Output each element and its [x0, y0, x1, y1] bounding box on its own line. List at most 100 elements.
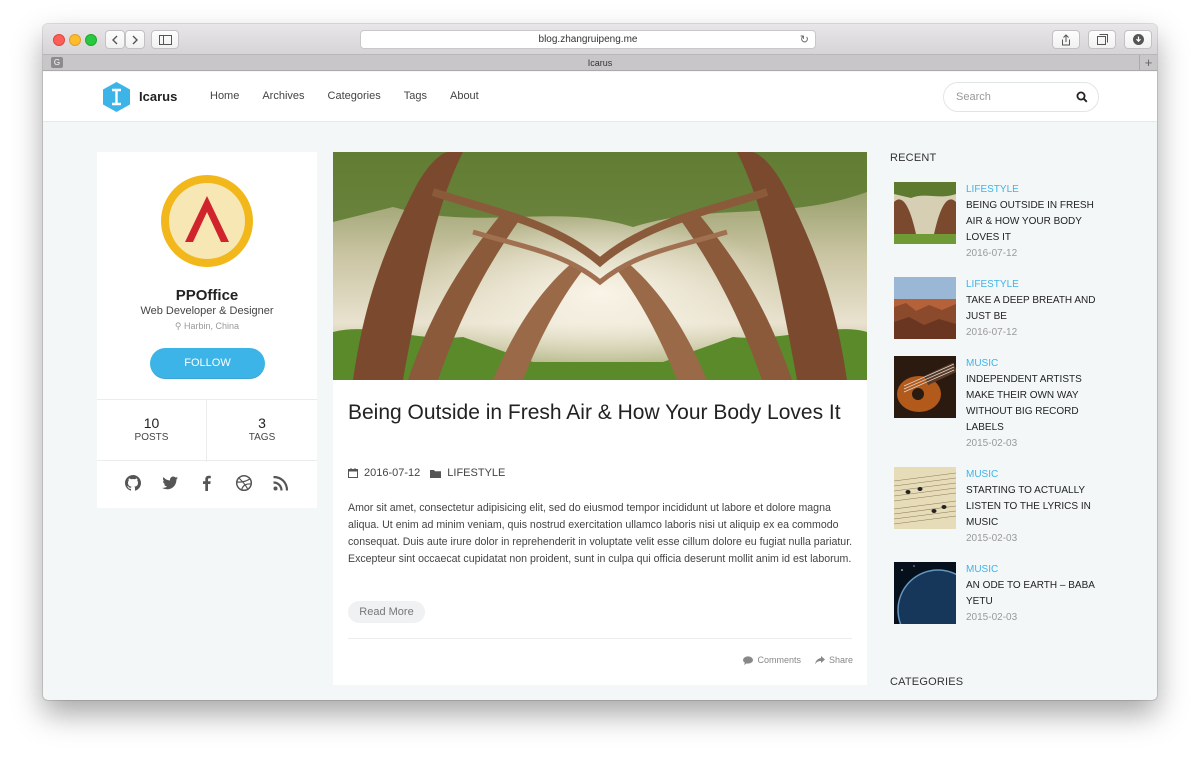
article-card: Being Outside in Fresh Air & How Your Bo… [333, 152, 867, 685]
github-icon[interactable] [124, 474, 142, 492]
tags-stat[interactable]: 3 TAGS [207, 400, 317, 462]
article-actions: Comments Share [743, 655, 853, 665]
posts-count: 10 [143, 415, 160, 431]
recent-title[interactable]: STARTING TO ACTUALLY LISTEN TO THE LYRIC… [966, 483, 1096, 531]
main-nav: Home Archives Categories Tags About [210, 90, 479, 102]
comments-label: Comments [757, 655, 801, 665]
forward-button[interactable] [125, 30, 145, 49]
recent-title[interactable]: BEING OUTSIDE IN FRESH AIR & HOW YOUR BO… [966, 198, 1096, 246]
map-marker-icon: ⚲ [174, 321, 182, 331]
new-tab-button[interactable]: + [1139, 55, 1157, 71]
recent-thumbnail[interactable] [894, 182, 956, 244]
browser-window: blog.zhangruipeng.me ↻ G Icarus + Icarus… [43, 24, 1157, 700]
social-links [97, 474, 317, 492]
nav-about[interactable]: About [450, 90, 479, 102]
profile-role: Web Developer & Designer [140, 305, 274, 317]
recent-category[interactable]: MUSIC [966, 562, 1096, 578]
recent-heading: RECENT [890, 152, 937, 164]
profile-stats: 10 POSTS 3 TAGS [97, 399, 317, 462]
nav-home[interactable]: Home [210, 90, 239, 102]
search-input[interactable]: Search [943, 82, 1099, 112]
recent-date: 2015-02-03 [966, 612, 1018, 623]
rss-icon[interactable] [272, 474, 290, 492]
posts-stat[interactable]: 10 POSTS [97, 400, 207, 462]
share-label: Share [828, 655, 853, 665]
download-icon [1132, 34, 1144, 45]
tab-favicon: G [51, 57, 63, 68]
recent-title[interactable]: INDEPENDENT ARTISTS MAKE THEIR OWN WAY W… [966, 372, 1096, 436]
address-bar[interactable]: blog.zhangruipeng.me ↻ [360, 30, 816, 49]
categories-heading: CATEGORIES [890, 676, 964, 688]
article-date[interactable]: 2016-07-12 [364, 467, 420, 479]
recent-date: 2015-02-03 [966, 438, 1018, 449]
comment-icon [743, 655, 754, 665]
minimize-window-button[interactable] [69, 34, 81, 46]
recent-category[interactable]: LIFESTYLE [966, 277, 1096, 293]
tags-count: 3 [258, 415, 266, 431]
recent-post-text: MUSIC INDEPENDENT ARTISTS MAKE THEIR OWN… [966, 356, 1096, 452]
share-icon [1062, 33, 1070, 45]
folder-icon [430, 469, 442, 478]
tags-label: TAGS [248, 432, 276, 443]
search-placeholder: Search [956, 91, 991, 103]
posts-label: POSTS [134, 432, 169, 443]
profile-name: PPOffice [175, 287, 239, 304]
logo-icon[interactable] [103, 82, 130, 112]
recent-thumbnail[interactable] [894, 277, 956, 339]
share-button[interactable] [1052, 30, 1080, 49]
recent-category[interactable]: MUSIC [966, 467, 1096, 483]
recent-post-text: MUSIC STARTING TO ACTUALLY LISTEN TO THE… [966, 467, 1096, 547]
browser-toolbar: blog.zhangruipeng.me ↻ [43, 24, 1157, 55]
sidebar-icon [158, 34, 172, 45]
chevron-right-icon [132, 35, 138, 44]
recent-thumbnail[interactable] [894, 562, 956, 624]
back-button[interactable] [105, 30, 125, 49]
article-category[interactable]: LIFESTYLE [447, 467, 505, 479]
logo-text[interactable]: Icarus [139, 89, 177, 104]
recent-date: 2016-07-12 [966, 327, 1018, 338]
reload-icon[interactable]: ↻ [800, 31, 809, 49]
article-excerpt: Amor sit amet, consectetur adipisicing e… [348, 502, 853, 565]
recent-thumbnail[interactable] [894, 356, 956, 418]
article-title[interactable]: Being Outside in Fresh Air & How Your Bo… [348, 399, 853, 427]
avatar[interactable] [160, 174, 254, 268]
tab-title[interactable]: Icarus [588, 58, 613, 68]
dribbble-icon[interactable] [235, 474, 253, 492]
nav-archives[interactable]: Archives [262, 90, 304, 102]
recent-category[interactable]: LIFESTYLE [966, 182, 1096, 198]
share-link[interactable]: Share [814, 655, 853, 665]
recent-title[interactable]: TAKE A DEEP BREATH AND JUST BE [966, 293, 1096, 325]
profile-location: ⚲ Harbin, China [97, 321, 317, 332]
recent-date: 2016-07-12 [966, 248, 1018, 259]
address-url: blog.zhangruipeng.me [538, 34, 638, 45]
recent-date: 2015-02-03 [966, 533, 1018, 544]
nav-tags[interactable]: Tags [404, 90, 427, 102]
site-navbar: Icarus Home Archives Categories Tags Abo… [43, 72, 1157, 122]
zoom-window-button[interactable] [85, 34, 97, 46]
sidebar-toggle-button[interactable] [151, 30, 179, 49]
comments-link[interactable]: Comments [743, 655, 801, 665]
profile-card: PPOffice Web Developer & Designer ⚲ Harb… [97, 152, 317, 508]
tabs-overview-button[interactable] [1088, 30, 1116, 49]
profile-location-text: Harbin, China [184, 321, 240, 331]
tab-bar: G Icarus + [43, 55, 1157, 71]
close-window-button[interactable] [53, 34, 65, 46]
share-arrow-icon [814, 655, 825, 664]
downloads-button[interactable] [1124, 30, 1152, 49]
recent-thumbnail[interactable] [894, 467, 956, 529]
recent-title[interactable]: AN ODE TO EARTH – BABA YETU [966, 578, 1096, 610]
recent-post-text: LIFESTYLE BEING OUTSIDE IN FRESH AIR & H… [966, 182, 1096, 262]
recent-category[interactable]: MUSIC [966, 356, 1096, 372]
tabs-icon [1096, 34, 1108, 45]
recent-post-text: LIFESTYLE TAKE A DEEP BREATH AND JUST BE… [966, 277, 1096, 341]
article-hero-image[interactable] [333, 152, 867, 380]
nav-categories[interactable]: Categories [328, 90, 381, 102]
search-icon[interactable] [1076, 91, 1088, 103]
calendar-icon [348, 468, 358, 478]
article-footer-divider [348, 638, 852, 639]
chevron-left-icon [112, 35, 118, 44]
twitter-icon[interactable] [161, 474, 179, 492]
read-more-button[interactable]: Read More [348, 601, 425, 623]
follow-button[interactable]: FOLLOW [150, 348, 265, 379]
facebook-icon[interactable] [198, 474, 216, 492]
